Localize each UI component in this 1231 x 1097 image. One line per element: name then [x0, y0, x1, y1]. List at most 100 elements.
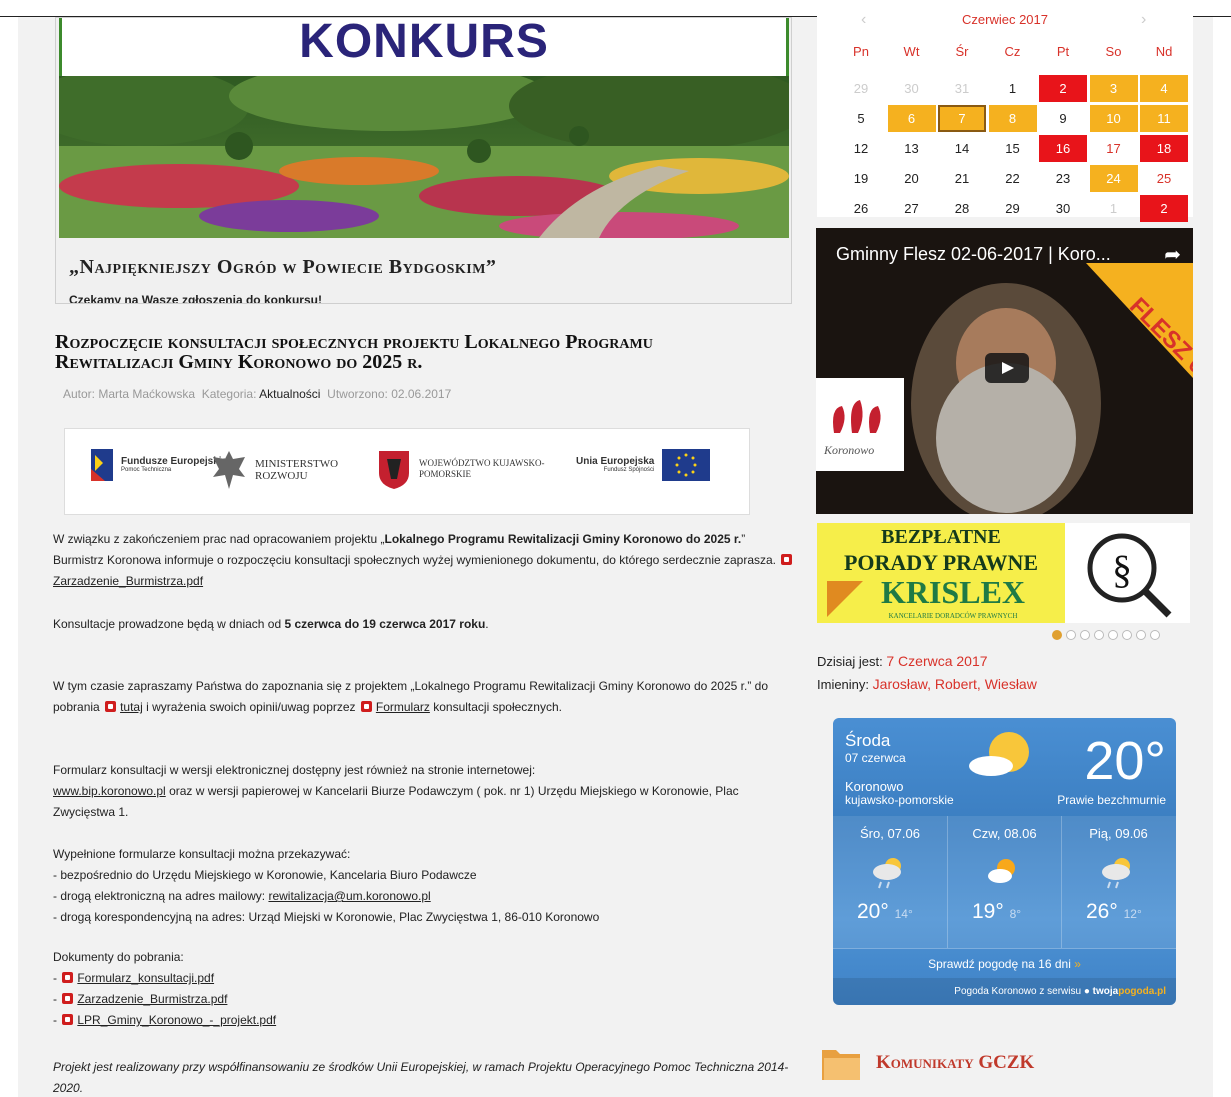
calendar-day[interactable]: 30: [1039, 195, 1087, 222]
nameday-label: Imieniny:: [817, 677, 870, 692]
carousel-dot[interactable]: [1136, 630, 1146, 640]
weather-forecast: Śro, 07.06 20° 14° Czw, 08.06 19° 8° Pią…: [833, 816, 1176, 948]
play-button[interactable]: [985, 353, 1029, 383]
weather-city: Koronowo: [845, 779, 904, 794]
calendar-day[interactable]: 24: [1089, 165, 1138, 192]
banner-text: Czekamy na Wasze zgłoszenia do konkursu!: [69, 293, 322, 304]
funding-logos: Fundusze Europejskie Pomoc Techniczna MI…: [64, 428, 750, 515]
weather-temp: 20°: [1084, 731, 1166, 791]
calendar-day[interactable]: 30: [888, 75, 936, 102]
carousel-dot[interactable]: [1108, 630, 1118, 640]
paragraph-1: W związku z zakończeniem prac nad opraco…: [53, 529, 798, 592]
calendar-day[interactable]: 31: [938, 75, 986, 102]
forecast-low: 14°: [894, 907, 913, 921]
calendar-day[interactable]: 18: [1140, 135, 1188, 162]
doc-link[interactable]: Formularz_konsultacji.pdf: [77, 971, 214, 985]
p1-pdf-link[interactable]: Zarzadzenie_Burmistrza.pdf: [53, 574, 203, 588]
paragraph-5: Wypełnione formularze konsultacji można …: [53, 844, 798, 928]
calendar-day[interactable]: 21: [938, 165, 986, 192]
doc-link[interactable]: Zarzadzenie_Burmistrza.pdf: [77, 992, 227, 1006]
weather-16-days-link[interactable]: Sprawdź pogodę na 16 dni »: [833, 948, 1176, 978]
calendar-day[interactable]: 4: [1140, 75, 1188, 102]
calendar-day[interactable]: 5: [837, 105, 885, 132]
video-title: Gminny Flesz 02-06-2017 | Koro...: [836, 244, 1111, 264]
day-header: Śr: [955, 44, 969, 59]
calendar-day[interactable]: 12: [837, 135, 885, 162]
calendar-day[interactable]: 20: [888, 165, 936, 192]
article-title[interactable]: Rozpoczęcie konsultacji społecznych proj…: [55, 332, 775, 372]
pdf-icon: [62, 972, 74, 983]
calendar-day[interactable]: 19: [837, 165, 885, 192]
weather-footer-text: Pogoda Koronowo z serwisu: [954, 986, 1082, 997]
weather-footer[interactable]: Pogoda Koronowo z serwisu ● twojapogoda.…: [833, 978, 1176, 1005]
calendar-day[interactable]: 29: [837, 75, 885, 102]
krislex-ad[interactable]: BEZPŁATNE PORADY PRAWNE KRISLEX KANCELAR…: [817, 523, 1190, 623]
formularz-link[interactable]: Formularz: [376, 700, 430, 714]
calendar-next-button[interactable]: ›: [1141, 11, 1146, 29]
email-link[interactable]: rewitalizacja@um.koronowo.pl: [268, 889, 430, 903]
calendar-day[interactable]: 26: [837, 195, 885, 222]
p1-text-a: W związku z zakończeniem prac nad opraco…: [53, 532, 385, 546]
calendar-day[interactable]: 6: [887, 105, 936, 132]
banner-subtitle: „Najpiękniejszy Ogród w Powiecie Bydgosk…: [69, 256, 497, 278]
calendar-day[interactable]: 10: [1089, 105, 1138, 132]
calendar-day[interactable]: 14: [938, 135, 986, 162]
calendar-day[interactable]: 2: [1140, 195, 1188, 222]
bip-link[interactable]: www.bip.koronowo.pl: [53, 784, 166, 798]
calendar-day[interactable]: 28: [938, 195, 986, 222]
svg-text:§: §: [1112, 547, 1132, 592]
calendar-day[interactable]: 11: [1140, 105, 1188, 132]
gczk-section[interactable]: Komunikaty GCZK: [820, 1042, 1034, 1084]
calendar-day[interactable]: 17: [1090, 135, 1138, 162]
weather-widget[interactable]: Środa 07 czerwca 20° Koronowo kujawsko-p…: [833, 718, 1176, 1005]
forecast-date: Czw, 08.06: [972, 826, 1037, 841]
p2-text-c: .: [485, 617, 489, 631]
share-icon[interactable]: ➦: [1164, 242, 1181, 267]
sun-cloud-icon: [988, 859, 1015, 883]
koronowo-logo-text: Koronowo: [823, 443, 874, 457]
contest-banner[interactable]: KONKURS „Najpiękniejszy Ogród w Powiecie…: [55, 17, 792, 304]
carousel-dot[interactable]: [1122, 630, 1132, 640]
forecast-high: 26°: [1086, 900, 1118, 923]
p3-text-c: konsultacji społecznych.: [433, 700, 562, 714]
tutaj-link[interactable]: tutaj: [120, 700, 143, 714]
calendar-day[interactable]: 13: [888, 135, 936, 162]
calendar-day[interactable]: 23: [1039, 165, 1087, 192]
calendar-day[interactable]: 22: [989, 165, 1037, 192]
calendar-day[interactable]: 1: [989, 75, 1037, 102]
doc-link[interactable]: LPR_Gminy_Koronowo_-_projekt.pdf: [77, 1013, 276, 1027]
woj-logo: WOJEWÓDZTWO KUJAWSKO-POMORSKIE: [377, 449, 554, 489]
carousel-dot[interactable]: [1066, 630, 1076, 640]
brand-a: twoja: [1092, 986, 1119, 997]
documents-heading: Dokumenty do pobrania:: [53, 950, 184, 964]
category-link[interactable]: Aktualności: [259, 387, 320, 401]
ad-line-2: PORADY PRAWNE: [844, 550, 1038, 575]
carousel-dot[interactable]: [1094, 630, 1104, 640]
author: Marta Maćkowska: [98, 387, 196, 401]
carousel-dot[interactable]: [1052, 630, 1062, 640]
calendar-day[interactable]: 3: [1089, 75, 1138, 102]
forecast-low: 8°: [1009, 907, 1022, 921]
pdf-icon: [360, 701, 372, 712]
calendar-day[interactable]: 15: [989, 135, 1037, 162]
video-player[interactable]: FLESZ 02.06 Gminny Flesz 02-06-2017 | Ko…: [816, 228, 1193, 514]
category-label: Kategoria:: [201, 387, 257, 401]
calendar-day[interactable]: 16: [1039, 135, 1087, 162]
today-info: Dzisiaj jest: 7 Czerwca 2017 Imieniny: J…: [817, 650, 1037, 696]
calendar-day[interactable]: 1: [1090, 195, 1138, 222]
calendar-day[interactable]: 8: [988, 105, 1037, 132]
calendar-day[interactable]: 25: [1140, 165, 1188, 192]
ad-line-3: KRISLEX: [881, 574, 1025, 610]
calendar-day[interactable]: 27: [888, 195, 936, 222]
carousel-dot[interactable]: [1150, 630, 1160, 640]
forecast-date: Pią, 09.06: [1089, 826, 1148, 841]
calendar-day[interactable]: 2: [1039, 75, 1087, 102]
ad-line-4: KANCELARIE DORADCÓW PRAWNYCH: [889, 612, 1018, 620]
calendar-day[interactable]: 9: [1039, 105, 1087, 132]
carousel-dot[interactable]: [1080, 630, 1090, 640]
calendar-day-today[interactable]: 7: [938, 105, 986, 132]
documents-list: Dokumenty do pobrania: - Formularz_konsu…: [53, 947, 798, 1031]
doc-item: - Formularz_konsultacji.pdf: [53, 971, 215, 985]
calendar-day[interactable]: 29: [989, 195, 1037, 222]
pdf-icon: [62, 993, 74, 1004]
